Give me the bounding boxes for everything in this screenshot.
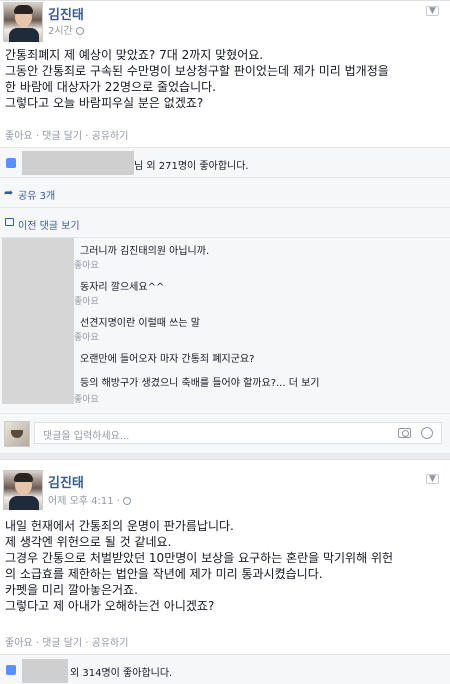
- post-actions[interactable]: 좋아요 · 댓글 달기 · 공유하기: [5, 634, 128, 649]
- comments-area: 그러니까 김진태의원 아닙니까. 좋아요 동자리 깔으세요^^ 좋아요 선견지명…: [0, 237, 450, 413]
- likes-count[interactable]: 외 314명이 좋아합니다.: [70, 664, 172, 679]
- comment-bubble-icon: [5, 218, 14, 226]
- author-name[interactable]: 김진태: [48, 472, 84, 491]
- globe-icon: [75, 27, 84, 35]
- redacted-commenters: [2, 238, 74, 404]
- comment-3-like[interactable]: 좋아요: [74, 330, 99, 343]
- post-time-text[interactable]: 어제 오후 4:11 ·: [48, 496, 120, 507]
- my-avatar: [4, 421, 30, 447]
- view-previous-comments[interactable]: 이전 댓글 보기: [18, 217, 80, 232]
- comment-1: 그러니까 김진태의원 아닙니까.: [80, 246, 210, 257]
- likes-bar: 님 외 271명이 좋아합니다.: [0, 147, 450, 177]
- likes-count[interactable]: 님 외 271명이 좋아합니다.: [134, 157, 249, 172]
- comment-5-like[interactable]: 좋아요: [74, 392, 99, 405]
- share-icon: ➦: [4, 186, 14, 199]
- comment-1-like[interactable]: 좋아요: [74, 258, 99, 271]
- chevron-down-icon[interactable]: ▼: [426, 6, 439, 16]
- thumbs-up-icon: [6, 665, 16, 675]
- author-avatar[interactable]: [3, 2, 43, 42]
- post-2: 김진태 어제 오후 4:11 · ▼ 내일 헌재에서 간통죄의 운명이 판가름납…: [0, 459, 450, 684]
- prev-comments-bar: 이전 댓글 보기: [0, 207, 450, 237]
- post-actions[interactable]: 좋아요 · 댓글 달기 · 공유하기: [5, 127, 128, 142]
- post-header: 김진태 어제 오후 4:11 · ▼: [3, 470, 443, 510]
- camera-icon[interactable]: [398, 428, 411, 438]
- comment-placeholder: 댓글을 입력하세요...: [43, 431, 130, 442]
- thumbs-up-icon: [6, 158, 16, 168]
- post-time[interactable]: 2시간: [48, 22, 84, 37]
- shares-count[interactable]: 공유 3개: [18, 187, 55, 202]
- emoji-icon[interactable]: [421, 427, 433, 439]
- comment-3: 선견지명이란 이럴때 쓰는 말: [80, 318, 200, 329]
- chevron-down-icon[interactable]: ▼: [426, 474, 439, 484]
- author-name[interactable]: 김진태: [48, 4, 84, 23]
- comment-2: 동자리 깔으세요^^: [80, 282, 165, 293]
- author-avatar[interactable]: [3, 470, 43, 510]
- comment-compose: 댓글을 입력하세요...: [0, 413, 450, 453]
- post-body: 내일 헌재에서 간통죄의 운명이 판가름납니다. 제 생각엔 위헌으로 될 것 …: [5, 519, 394, 613]
- post-time-text[interactable]: 2시간: [48, 26, 73, 37]
- comment-2-like[interactable]: 좋아요: [74, 294, 99, 307]
- globe-icon: [122, 497, 131, 505]
- post-time[interactable]: 어제 오후 4:11 ·: [48, 492, 131, 507]
- comment-5: 등의 해방구가 생겼으니 축배를 들어야 할까요?... 더 보기: [80, 378, 320, 389]
- post-1: 김진태 2시간 ▼ 간통죄폐지 제 예상이 맞았죠? 7대 2까지 맞혔어요. …: [0, 0, 450, 453]
- post-header: 김진태 2시간 ▼: [3, 2, 443, 42]
- shares-bar: ➦ 공유 3개: [0, 177, 450, 207]
- comment-4: 오랜만에 들어오자 마자 간통죄 폐지군요?: [80, 354, 255, 365]
- redacted-names: [22, 659, 68, 683]
- comment-input[interactable]: 댓글을 입력하세요...: [34, 422, 442, 444]
- redacted-names: [22, 151, 134, 175]
- post-body: 간통죄폐지 제 예상이 맞았죠? 7대 2까지 맞혔어요. 그동안 간통죄로 구…: [5, 48, 389, 110]
- likes-bar: 외 314명이 좋아합니다.: [0, 654, 450, 684]
